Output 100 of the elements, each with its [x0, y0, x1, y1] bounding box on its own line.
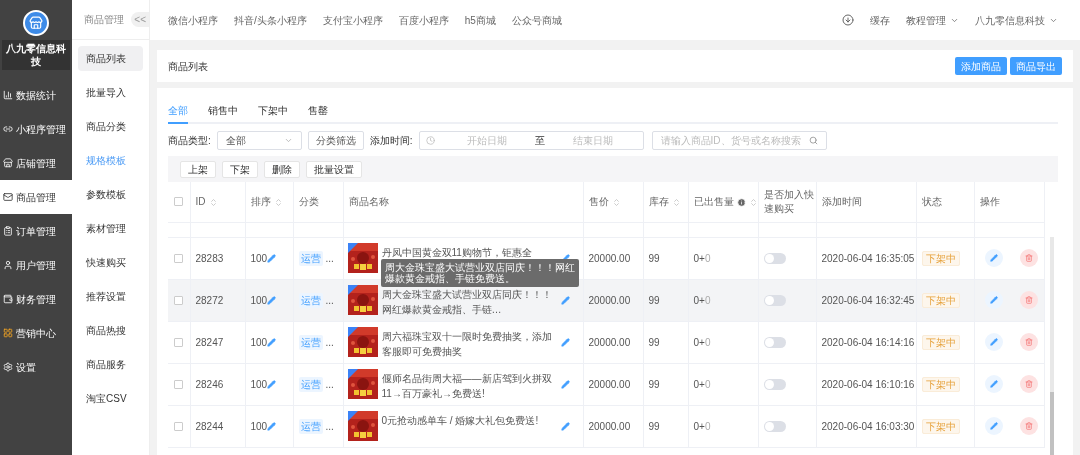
subnav-item[interactable]: 素材管理	[78, 216, 143, 241]
sidebar-item[interactable]: 订单管理	[0, 214, 72, 248]
sidebar-item[interactable]: 设置	[0, 350, 72, 384]
channel-tab[interactable]: 微信小程序	[168, 12, 218, 28]
pencil-icon[interactable]	[267, 379, 277, 389]
status-tag: 下架中	[921, 376, 960, 392]
subnav-item[interactable]: 淘宝CSV	[78, 386, 143, 411]
download-icon[interactable]	[842, 14, 854, 26]
channel-tab[interactable]: 抖音/头条小程序	[234, 12, 307, 28]
column-header[interactable]: 已出售量	[693, 195, 758, 210]
subnav-item[interactable]: 商品分类	[78, 114, 143, 139]
edit-button[interactable]	[984, 333, 1003, 351]
dropdown-menu[interactable]: 教程管理	[906, 12, 959, 28]
toggle-switch[interactable]	[763, 294, 786, 306]
type-select[interactable]: 全部	[216, 131, 302, 150]
edit-button[interactable]	[984, 291, 1003, 309]
pencil-icon[interactable]	[560, 379, 570, 389]
subnav-item[interactable]: 商品热搜	[78, 318, 143, 343]
sort-icon[interactable]	[208, 197, 218, 207]
trash-icon	[1024, 380, 1033, 388]
scrollbar[interactable]	[1050, 237, 1054, 455]
checkbox[interactable]	[174, 197, 184, 207]
delete-button[interactable]	[1019, 291, 1038, 309]
channel-tab[interactable]: 支付宝小程序	[322, 12, 383, 28]
subnav-item[interactable]: 商品列表	[78, 46, 143, 71]
pencil-icon[interactable]	[560, 421, 570, 431]
subnav-item[interactable]: 推荐设置	[78, 284, 143, 309]
table-row[interactable]: 28247 100 运营 ... 周六福珠宝双十一限时免费抽奖，添加客服即可免费抽奖 20000.00 99 0+0 2020-06-04 16:14:16 下架中	[168, 321, 1044, 363]
sidebar-item[interactable]: 财务管理	[0, 282, 72, 316]
delete-button[interactable]	[1019, 375, 1038, 393]
toggle-switch[interactable]	[763, 378, 786, 390]
pencil-icon[interactable]	[560, 295, 570, 305]
channel-tab[interactable]: 公众号商城	[511, 12, 562, 28]
sidebar-item[interactable]: 营销中心	[0, 316, 72, 350]
delete-button[interactable]	[1019, 417, 1038, 435]
product-name: 0元抢动感单车 / 婚嫁大礼包免费送!	[381, 415, 539, 426]
subnav-item[interactable]: 快速购买	[78, 250, 143, 275]
table-cell: 99	[648, 336, 660, 348]
table-cell-text: 100	[250, 419, 268, 434]
tab[interactable]: 售罄	[308, 103, 328, 124]
table-cell-text: 0	[704, 419, 711, 434]
edit-button[interactable]	[984, 249, 1003, 267]
filter-label: 商品类型:	[168, 134, 211, 148]
column-header[interactable]: 库存	[648, 195, 681, 210]
table-cell: 20000.00	[588, 252, 631, 264]
toggle-switch[interactable]	[763, 420, 786, 432]
user-icon	[3, 260, 13, 270]
sort-icon[interactable]	[748, 197, 758, 207]
more-text: ...	[325, 335, 334, 350]
pencil-icon[interactable]	[267, 295, 277, 305]
channel-tab[interactable]: 百度小程序	[398, 12, 449, 28]
checkbox[interactable]	[174, 379, 184, 389]
subnav-item[interactable]: 参数模板	[78, 182, 143, 207]
sort-icon[interactable]	[671, 197, 681, 207]
subnav-item[interactable]: 批量导入	[78, 80, 143, 105]
checkbox[interactable]	[174, 421, 184, 431]
toggle-switch[interactable]	[763, 336, 786, 348]
batch-action-button[interactable]: 批量设置	[306, 160, 362, 178]
delete-button[interactable]	[1019, 249, 1038, 267]
channel-tab[interactable]: h5商城	[464, 12, 496, 28]
more-text: ...	[325, 293, 334, 308]
sidebar-item[interactable]: 用户管理	[0, 248, 72, 282]
pencil-icon[interactable]	[560, 337, 570, 347]
column-header[interactable]: 排序	[250, 195, 283, 210]
pencil-icon[interactable]	[267, 421, 277, 431]
table-row[interactable]: 28244 100 运营 ... 0元抢动感单车 / 婚嫁大礼包免费送! 20000.00 99 0+0 2020-06-04 16:03:30 下架中	[168, 405, 1044, 447]
pencil-icon	[989, 296, 998, 304]
category-tag: 运营	[298, 418, 323, 434]
delete-button[interactable]	[1019, 333, 1038, 351]
sidebar-item[interactable]: 数据统计	[0, 78, 72, 112]
batch-action-button[interactable]: 上架	[180, 160, 216, 178]
edit-button[interactable]	[984, 417, 1003, 435]
edit-button[interactable]	[984, 375, 1003, 393]
batch-action-button[interactable]: 删除	[264, 160, 300, 178]
tab[interactable]: 下架中	[258, 103, 288, 124]
column-header[interactable]: ID	[195, 195, 218, 210]
sidebar-item[interactable]: 店铺管理	[0, 146, 72, 180]
pencil-icon	[989, 422, 998, 430]
checkbox[interactable]	[174, 337, 184, 347]
category-tag: 运营	[298, 250, 323, 266]
category-tag: 运营	[298, 292, 323, 308]
sidebar-item[interactable]: 小程序管理	[0, 112, 72, 146]
tab[interactable]: 销售中	[208, 103, 238, 124]
pencil-icon[interactable]	[267, 337, 277, 347]
checkbox[interactable]	[174, 253, 184, 263]
column-header[interactable]: 售价	[588, 195, 621, 210]
dropdown-menu[interactable]: 八九零信息科技	[975, 12, 1058, 28]
batch-action-button[interactable]: 下架	[222, 160, 258, 178]
table-cell-text: 100	[250, 293, 268, 308]
toolbar-link[interactable]: 缓存	[870, 12, 890, 28]
sidebar-item[interactable]: 商品管理	[0, 180, 72, 214]
category-filter-button[interactable]: 分类筛选	[307, 131, 364, 150]
sort-icon[interactable]	[611, 197, 621, 207]
checkbox[interactable]	[174, 295, 184, 305]
status-tag: 下架中	[921, 334, 960, 350]
pencil-icon[interactable]	[267, 253, 277, 263]
subnav-item[interactable]: 商品服务	[78, 352, 143, 377]
table-row[interactable]: 28246 100 运营 ... 偃师名品街周大福——新店驾到火拼双11→百万豪礼→免费送! 20000.00 99 0+0 2020-06-04 16:10:16 下架中	[168, 363, 1044, 405]
toggle-switch[interactable]	[763, 252, 786, 264]
sort-icon[interactable]	[273, 197, 283, 207]
